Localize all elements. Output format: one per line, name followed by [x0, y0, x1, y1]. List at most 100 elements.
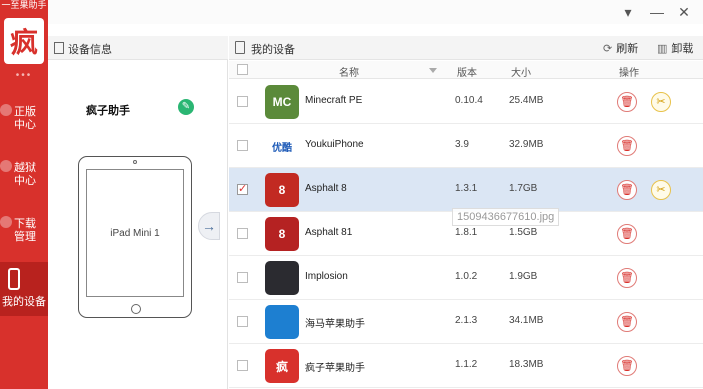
- device-info-header: 设备信息: [48, 36, 228, 60]
- sidebar-item-label: 正版 中心: [14, 106, 36, 131]
- close-button[interactable]: ✕: [672, 2, 696, 22]
- device-info-panel: 设备信息 疯子助手 ✎ iPad Mini 1: [48, 36, 228, 389]
- ipad-illustration: iPad Mini 1: [78, 156, 192, 318]
- row-checkbox[interactable]: [237, 316, 248, 327]
- title-bar: ▾ — ✕: [48, 0, 703, 24]
- delete-icon[interactable]: 🗑: [617, 92, 637, 112]
- watermark: 1509436677610.jpg: [452, 208, 560, 226]
- app-icon: MC: [265, 85, 299, 119]
- brand-strip: 一至果助手: [1, 0, 47, 10]
- sidebar-item-label: 越狱 中心: [14, 162, 36, 187]
- document-icon: [54, 42, 64, 54]
- home-button-icon: [131, 304, 141, 314]
- sidebar-item-my-devices[interactable]: 我的设备: [0, 262, 48, 316]
- select-all-checkbox[interactable]: [237, 64, 248, 75]
- app-size: 18.3MB: [509, 359, 544, 370]
- app-size: 32.9MB: [509, 139, 544, 150]
- refresh-icon: ⟳: [603, 43, 613, 55]
- sidebar-item-official-center[interactable]: 正版 中心: [0, 94, 48, 148]
- device-model: iPad Mini 1: [86, 169, 184, 297]
- table-header: 名称 版本 大小 操作: [229, 61, 703, 79]
- app-size: 1.5GB: [509, 227, 538, 238]
- app-icon: [265, 261, 299, 295]
- column-action: 操作: [619, 68, 639, 79]
- app-name: 海马苹果助手: [305, 319, 365, 330]
- row-checkbox[interactable]: [237, 182, 248, 195]
- sidebar-item-download-manager[interactable]: 下载 管理: [0, 206, 48, 260]
- sidebar-dots: •••: [15, 70, 33, 81]
- table-row[interactable]: 疯疯子苹果助手 1.1.2 18.3MB 🗑: [229, 344, 703, 388]
- app-logo: 疯: [4, 18, 44, 64]
- table-row[interactable]: 海马苹果助手 2.1.3 34.1MB 🗑: [229, 300, 703, 344]
- delete-icon[interactable]: 🗑: [617, 356, 637, 376]
- row-checkbox[interactable]: [237, 96, 248, 107]
- app-icon: 8: [265, 173, 299, 207]
- minimize-button[interactable]: —: [645, 2, 669, 22]
- logo-glyph: 疯: [9, 26, 38, 59]
- app-name: 疯子苹果助手: [305, 363, 365, 374]
- app-size: 1.9GB: [509, 271, 538, 282]
- delete-icon[interactable]: 🗑: [617, 180, 637, 200]
- refresh-button[interactable]: ⟳ 刷新: [603, 40, 638, 56]
- jailbreak-center-icon: [0, 160, 12, 172]
- table-row[interactable]: Implosion 1.0.2 1.9GB 🗑: [229, 256, 703, 300]
- camera-icon: [133, 160, 137, 164]
- delete-icon[interactable]: 🗑: [617, 312, 637, 332]
- download-icon: [0, 216, 12, 228]
- my-devices-header: 我的设备 ⟳ 刷新 ▥ 卸载: [229, 36, 703, 60]
- repair-tool-icon[interactable]: ✂: [651, 92, 671, 112]
- sidebar-item-jailbreak-center[interactable]: 越狱 中心: [0, 150, 48, 204]
- app-size: 25.4MB: [509, 95, 544, 106]
- column-name[interactable]: 名称: [339, 64, 359, 79]
- app-version: 2.1.3: [455, 315, 478, 326]
- phone-icon: [8, 268, 20, 290]
- table-row[interactable]: MC Minecraft PE 0.10.4 25.4MB 🗑 ✂: [229, 80, 703, 124]
- app-name: YoukuiPhone: [305, 139, 364, 150]
- app-name: Minecraft PE: [305, 95, 363, 106]
- app-version: 1.8.1: [455, 227, 478, 238]
- device-name: 疯子助手: [86, 105, 130, 117]
- app-name: Asphalt 81: [305, 227, 353, 238]
- delete-icon[interactable]: 🗑: [617, 136, 637, 156]
- device-info-title: 设备信息: [68, 44, 112, 56]
- row-checkbox[interactable]: [237, 228, 248, 239]
- column-version[interactable]: 版本: [457, 64, 477, 79]
- app-icon: 8: [265, 217, 299, 251]
- app-version: 1.0.2: [455, 271, 478, 282]
- row-checkbox[interactable]: [237, 360, 248, 371]
- uninstall-button[interactable]: ▥ 卸载: [657, 40, 693, 56]
- sidebar-item-label: 下载 管理: [14, 218, 36, 243]
- app-version: 3.9: [455, 139, 469, 150]
- repair-tool-icon[interactable]: ✂: [651, 180, 671, 200]
- column-size[interactable]: 大小: [511, 64, 531, 79]
- trash-icon: ▥: [657, 43, 668, 55]
- sidebar-item-label: 我的设备: [2, 296, 46, 308]
- app-size: 1.7GB: [509, 183, 538, 194]
- app-name: Asphalt 8: [305, 183, 347, 194]
- edit-name-icon[interactable]: ✎: [178, 99, 194, 115]
- app-name: Implosion: [305, 271, 348, 282]
- my-devices-title: 我的设备: [251, 44, 295, 56]
- device-icon: [235, 41, 245, 54]
- app-icon: 优酷: [265, 129, 299, 163]
- app-icon: [265, 305, 299, 339]
- row-checkbox[interactable]: [237, 140, 248, 151]
- app-icon: 疯: [265, 349, 299, 383]
- table-row[interactable]: 8 Asphalt 8 1.3.1 1.7GB 🗑 ✂: [229, 168, 703, 212]
- sidebar: 一至果助手 疯 ••• 正版 中心 越狱 中心 下载 管理 我的设备: [0, 0, 48, 389]
- delete-icon[interactable]: 🗑: [617, 268, 637, 288]
- sort-icon[interactable]: [429, 68, 437, 73]
- app-window: 一至果助手 疯 ••• 正版 中心 越狱 中心 下载 管理 我的设备 ▾ — ✕: [0, 0, 703, 389]
- app-version: 0.10.4: [455, 95, 483, 106]
- app-version: 1.1.2: [455, 359, 478, 370]
- uninstall-label: 卸载: [671, 43, 694, 55]
- table-row[interactable]: 优酷 YoukuiPhone 3.9 32.9MB 🗑: [229, 124, 703, 168]
- menu-icon[interactable]: ▾: [616, 2, 640, 22]
- app-version: 1.3.1: [455, 183, 478, 194]
- refresh-label: 刷新: [616, 43, 639, 55]
- row-checkbox[interactable]: [237, 272, 248, 283]
- expand-arrow-button[interactable]: →: [198, 212, 220, 240]
- delete-icon[interactable]: 🗑: [617, 224, 637, 244]
- official-center-icon: [0, 104, 12, 116]
- app-size: 34.1MB: [509, 315, 544, 326]
